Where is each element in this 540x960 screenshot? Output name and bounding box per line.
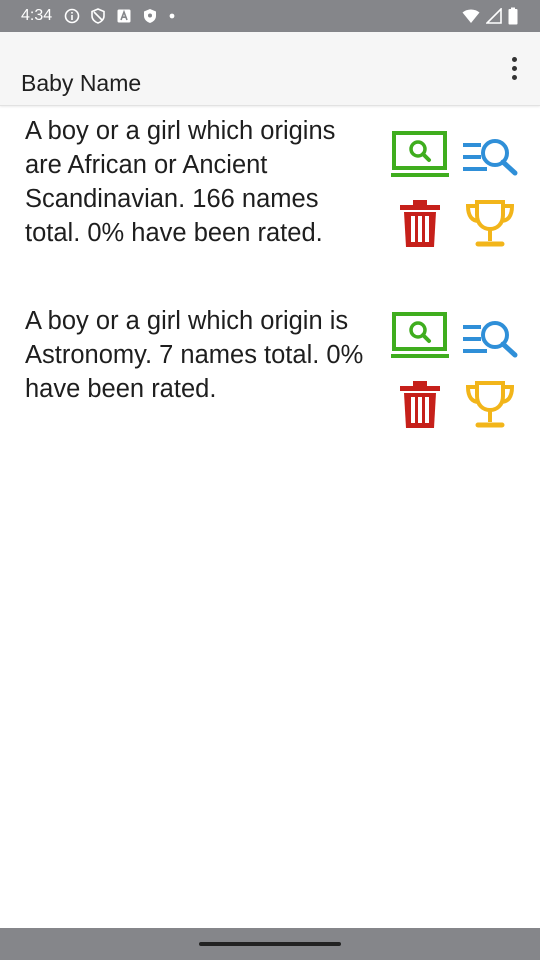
status-icons-left <box>64 8 176 24</box>
search-names-icon[interactable] <box>461 136 519 176</box>
menu-dot <box>511 74 517 80</box>
battery-icon <box>508 7 518 25</box>
menu-dot <box>511 56 517 62</box>
status-icons-right <box>462 7 518 25</box>
trophy-icon[interactable] <box>464 380 516 430</box>
list-item[interactable]: A boy or a girl which origins are Africa… <box>0 112 540 287</box>
page-title: Baby Name <box>21 70 142 97</box>
list-item[interactable]: A boy or a girl which origin is Astronom… <box>0 302 540 442</box>
delete-icon[interactable] <box>398 199 442 249</box>
info-icon <box>64 8 80 24</box>
status-time: 4:34 <box>21 7 53 24</box>
list-description: A boy or a girl which origin is Astronom… <box>25 307 364 403</box>
search-names-icon[interactable] <box>461 318 519 358</box>
signal-icon <box>486 8 502 24</box>
view-names-icon[interactable] <box>390 312 450 360</box>
menu-dot <box>511 65 517 71</box>
dot-icon <box>169 13 175 19</box>
app-bar: Baby Name <box>0 32 540 106</box>
more-vert-icon[interactable] <box>502 50 526 86</box>
status-bar: 4:34 <box>0 0 540 32</box>
trophy-icon[interactable] <box>464 199 516 249</box>
shield-icon <box>91 8 105 24</box>
font-icon <box>117 9 131 23</box>
shield-check-icon <box>144 9 156 23</box>
view-names-icon[interactable] <box>390 131 450 179</box>
home-gesture-handle[interactable] <box>199 942 341 946</box>
list-description: A boy or a girl which origins are Africa… <box>25 117 336 247</box>
delete-icon[interactable] <box>398 380 442 430</box>
navigation-bar <box>0 928 540 960</box>
wifi-icon <box>462 9 480 23</box>
